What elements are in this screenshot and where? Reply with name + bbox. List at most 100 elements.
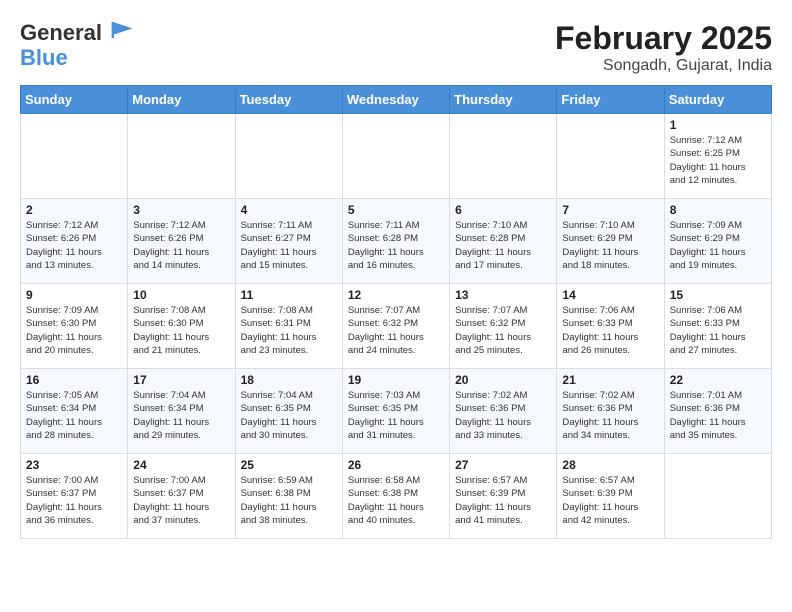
- logo-text: General: [20, 20, 134, 45]
- day-number: 1: [670, 118, 766, 132]
- day-of-week-header: Thursday: [450, 86, 557, 114]
- day-info: Sunrise: 7:11 AM Sunset: 6:27 PM Dayligh…: [241, 219, 337, 272]
- day-info: Sunrise: 7:12 AM Sunset: 6:26 PM Dayligh…: [133, 219, 229, 272]
- calendar-day-cell: [235, 114, 342, 199]
- day-number: 8: [670, 203, 766, 217]
- calendar-day-cell: 14 Sunrise: 7:06 AM Sunset: 6:33 PM Dayli…: [557, 284, 664, 369]
- logo-flag-icon: [110, 20, 134, 40]
- day-info: Sunrise: 7:07 AM Sunset: 6:32 PM Dayligh…: [348, 304, 444, 357]
- calendar-day-cell: 3 Sunrise: 7:12 AM Sunset: 6:26 PM Daylig…: [128, 199, 235, 284]
- calendar-day-cell: 4 Sunrise: 7:11 AM Sunset: 6:27 PM Daylig…: [235, 199, 342, 284]
- day-info: Sunrise: 7:09 AM Sunset: 6:29 PM Dayligh…: [670, 219, 766, 272]
- day-info: Sunrise: 7:12 AM Sunset: 6:25 PM Dayligh…: [670, 134, 766, 187]
- day-number: 26: [348, 458, 444, 472]
- day-info: Sunrise: 7:01 AM Sunset: 6:36 PM Dayligh…: [670, 389, 766, 442]
- day-number: 21: [562, 373, 658, 387]
- calendar-day-cell: [21, 114, 128, 199]
- day-info: Sunrise: 7:09 AM Sunset: 6:30 PM Dayligh…: [26, 304, 122, 357]
- calendar-day-cell: 26 Sunrise: 6:58 AM Sunset: 6:38 PM Dayli…: [342, 454, 449, 539]
- day-number: 4: [241, 203, 337, 217]
- day-info: Sunrise: 7:02 AM Sunset: 6:36 PM Dayligh…: [455, 389, 551, 442]
- calendar-day-cell: 22 Sunrise: 7:01 AM Sunset: 6:36 PM Dayli…: [664, 369, 771, 454]
- day-info: Sunrise: 7:07 AM Sunset: 6:32 PM Dayligh…: [455, 304, 551, 357]
- calendar-day-cell: 15Sunrise: 7:06 AM Sunset: 6:33 PM Dayli…: [664, 284, 771, 369]
- logo-blue: Blue: [20, 45, 134, 71]
- calendar-table: SundayMondayTuesdayWednesdayThursdayFrid…: [20, 85, 772, 539]
- day-info: Sunrise: 7:08 AM Sunset: 6:31 PM Dayligh…: [241, 304, 337, 357]
- day-number: 13: [455, 288, 551, 302]
- calendar-day-cell: 18 Sunrise: 7:04 AM Sunset: 6:35 PM Dayli…: [235, 369, 342, 454]
- calendar-week-row: 9 Sunrise: 7:09 AM Sunset: 6:30 PM Daylig…: [21, 284, 772, 369]
- day-number: 11: [241, 288, 337, 302]
- day-info: Sunrise: 7:04 AM Sunset: 6:35 PM Dayligh…: [241, 389, 337, 442]
- day-of-week-header: Sunday: [21, 86, 128, 114]
- day-number: 9: [26, 288, 122, 302]
- day-of-week-header: Tuesday: [235, 86, 342, 114]
- day-info: Sunrise: 6:58 AM Sunset: 6:38 PM Dayligh…: [348, 474, 444, 527]
- calendar-day-cell: [342, 114, 449, 199]
- day-info: Sunrise: 7:06 AM Sunset: 6:33 PM Dayligh…: [670, 304, 766, 357]
- day-number: 28: [562, 458, 658, 472]
- day-number: 14: [562, 288, 658, 302]
- calendar-week-row: 1 Sunrise: 7:12 AM Sunset: 6:25 PM Daylig…: [21, 114, 772, 199]
- calendar-week-row: 16 Sunrise: 7:05 AM Sunset: 6:34 PM Dayli…: [21, 369, 772, 454]
- calendar-day-cell: 8 Sunrise: 7:09 AM Sunset: 6:29 PM Daylig…: [664, 199, 771, 284]
- logo: General Blue: [20, 20, 134, 71]
- day-number: 18: [241, 373, 337, 387]
- day-number: 19: [348, 373, 444, 387]
- day-number: 3: [133, 203, 229, 217]
- day-info: Sunrise: 7:11 AM Sunset: 6:28 PM Dayligh…: [348, 219, 444, 272]
- day-number: 16: [26, 373, 122, 387]
- day-info: Sunrise: 7:12 AM Sunset: 6:26 PM Dayligh…: [26, 219, 122, 272]
- calendar-day-cell: 17 Sunrise: 7:04 AM Sunset: 6:34 PM Dayli…: [128, 369, 235, 454]
- day-of-week-header: Wednesday: [342, 86, 449, 114]
- day-info: Sunrise: 7:05 AM Sunset: 6:34 PM Dayligh…: [26, 389, 122, 442]
- day-number: 10: [133, 288, 229, 302]
- calendar-day-cell: 9 Sunrise: 7:09 AM Sunset: 6:30 PM Daylig…: [21, 284, 128, 369]
- calendar-day-cell: [128, 114, 235, 199]
- calendar-day-cell: 27 Sunrise: 6:57 AM Sunset: 6:39 PM Dayli…: [450, 454, 557, 539]
- calendar-day-cell: 11 Sunrise: 7:08 AM Sunset: 6:31 PM Dayli…: [235, 284, 342, 369]
- day-number: 2: [26, 203, 122, 217]
- calendar-day-cell: 21 Sunrise: 7:02 AM Sunset: 6:36 PM Dayli…: [557, 369, 664, 454]
- day-info: Sunrise: 7:00 AM Sunset: 6:37 PM Dayligh…: [133, 474, 229, 527]
- header: General Blue February 2025 Songadh, Guja…: [20, 20, 772, 75]
- day-number: 5: [348, 203, 444, 217]
- day-number: 7: [562, 203, 658, 217]
- day-number: 23: [26, 458, 122, 472]
- calendar-day-cell: 7 Sunrise: 7:10 AM Sunset: 6:29 PM Daylig…: [557, 199, 664, 284]
- calendar-day-cell: 5 Sunrise: 7:11 AM Sunset: 6:28 PM Daylig…: [342, 199, 449, 284]
- calendar-day-cell: 12 Sunrise: 7:07 AM Sunset: 6:32 PM Dayli…: [342, 284, 449, 369]
- calendar-day-cell: 19 Sunrise: 7:03 AM Sunset: 6:35 PM Dayli…: [342, 369, 449, 454]
- title-area: February 2025 Songadh, Gujarat, India: [555, 20, 772, 75]
- day-info: Sunrise: 7:06 AM Sunset: 6:33 PM Dayligh…: [562, 304, 658, 357]
- calendar-day-cell: [557, 114, 664, 199]
- day-number: 27: [455, 458, 551, 472]
- calendar-day-cell: 6Sunrise: 7:10 AM Sunset: 6:28 PM Daylig…: [450, 199, 557, 284]
- day-number: 20: [455, 373, 551, 387]
- calendar-week-row: 23 Sunrise: 7:00 AM Sunset: 6:37 PM Dayli…: [21, 454, 772, 539]
- calendar-week-row: 2 Sunrise: 7:12 AM Sunset: 6:26 PM Daylig…: [21, 199, 772, 284]
- day-number: 12: [348, 288, 444, 302]
- calendar-day-cell: 2 Sunrise: 7:12 AM Sunset: 6:26 PM Daylig…: [21, 199, 128, 284]
- day-number: 17: [133, 373, 229, 387]
- day-info: Sunrise: 7:02 AM Sunset: 6:36 PM Dayligh…: [562, 389, 658, 442]
- day-info: Sunrise: 6:57 AM Sunset: 6:39 PM Dayligh…: [455, 474, 551, 527]
- day-of-week-header: Monday: [128, 86, 235, 114]
- day-info: Sunrise: 6:59 AM Sunset: 6:38 PM Dayligh…: [241, 474, 337, 527]
- day-info: Sunrise: 7:04 AM Sunset: 6:34 PM Dayligh…: [133, 389, 229, 442]
- calendar-day-cell: [450, 114, 557, 199]
- day-info: Sunrise: 7:10 AM Sunset: 6:29 PM Dayligh…: [562, 219, 658, 272]
- calendar-day-cell: 20 Sunrise: 7:02 AM Sunset: 6:36 PM Dayli…: [450, 369, 557, 454]
- calendar-day-cell: 1 Sunrise: 7:12 AM Sunset: 6:25 PM Daylig…: [664, 114, 771, 199]
- day-info: Sunrise: 7:03 AM Sunset: 6:35 PM Dayligh…: [348, 389, 444, 442]
- day-info: Sunrise: 7:10 AM Sunset: 6:28 PM Dayligh…: [455, 219, 551, 272]
- calendar-day-cell: 16 Sunrise: 7:05 AM Sunset: 6:34 PM Dayli…: [21, 369, 128, 454]
- calendar-day-cell: 13 Sunrise: 7:07 AM Sunset: 6:32 PM Dayli…: [450, 284, 557, 369]
- calendar-day-cell: [664, 454, 771, 539]
- calendar-header-row: SundayMondayTuesdayWednesdayThursdayFrid…: [21, 86, 772, 114]
- day-info: Sunrise: 7:08 AM Sunset: 6:30 PM Dayligh…: [133, 304, 229, 357]
- calendar-subtitle: Songadh, Gujarat, India: [555, 57, 772, 75]
- day-number: 25: [241, 458, 337, 472]
- day-number: 22: [670, 373, 766, 387]
